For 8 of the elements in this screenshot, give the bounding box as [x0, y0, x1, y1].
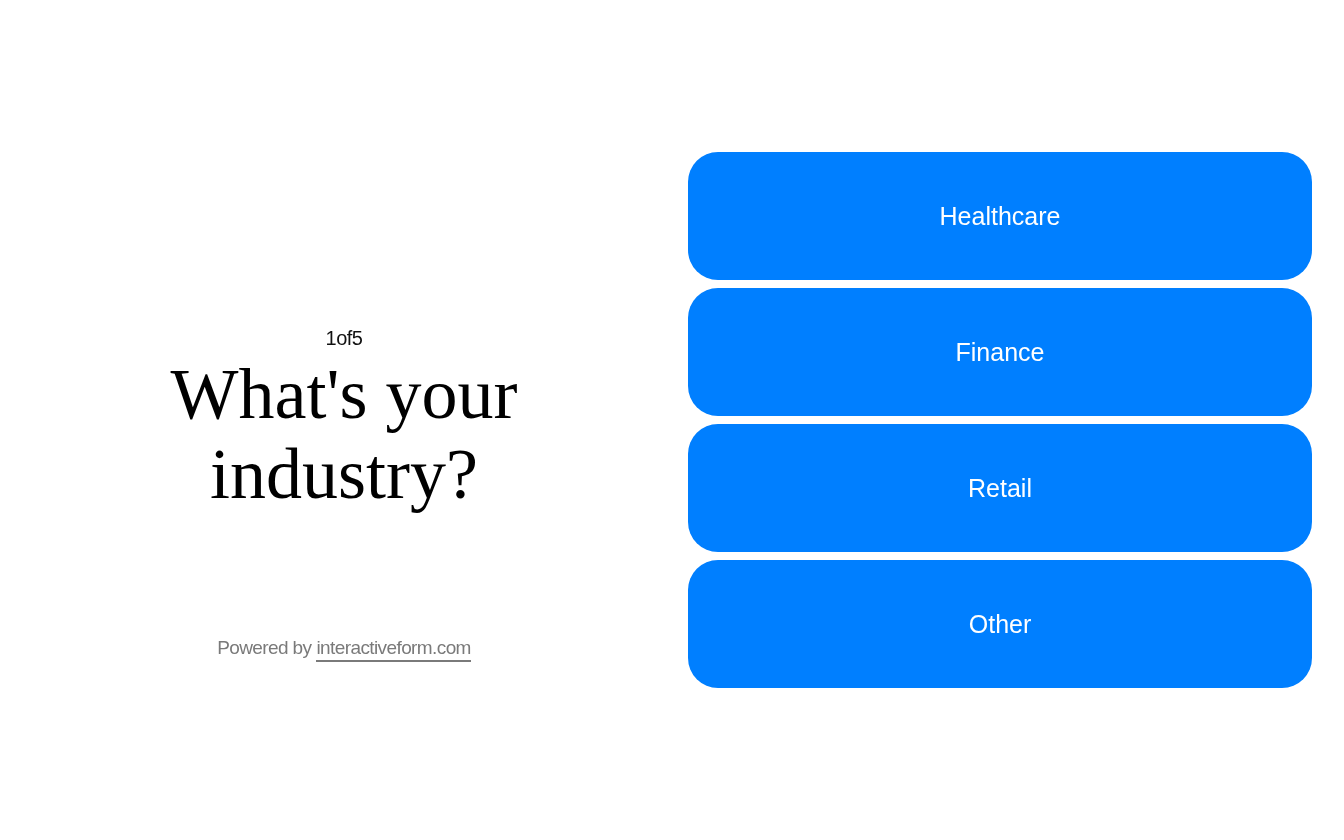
question-counter: 1of5 — [325, 326, 363, 350]
option-button[interactable]: Finance — [688, 288, 1312, 416]
option-button[interactable]: Healthcare — [688, 152, 1312, 280]
option-button[interactable]: Retail — [688, 424, 1312, 552]
site-link[interactable]: interactiveform.com — [316, 636, 471, 662]
question-title: What's your industry? — [169, 354, 519, 514]
powered-by-label: Powered by — [217, 636, 312, 660]
option-button[interactable]: Other — [688, 560, 1312, 688]
